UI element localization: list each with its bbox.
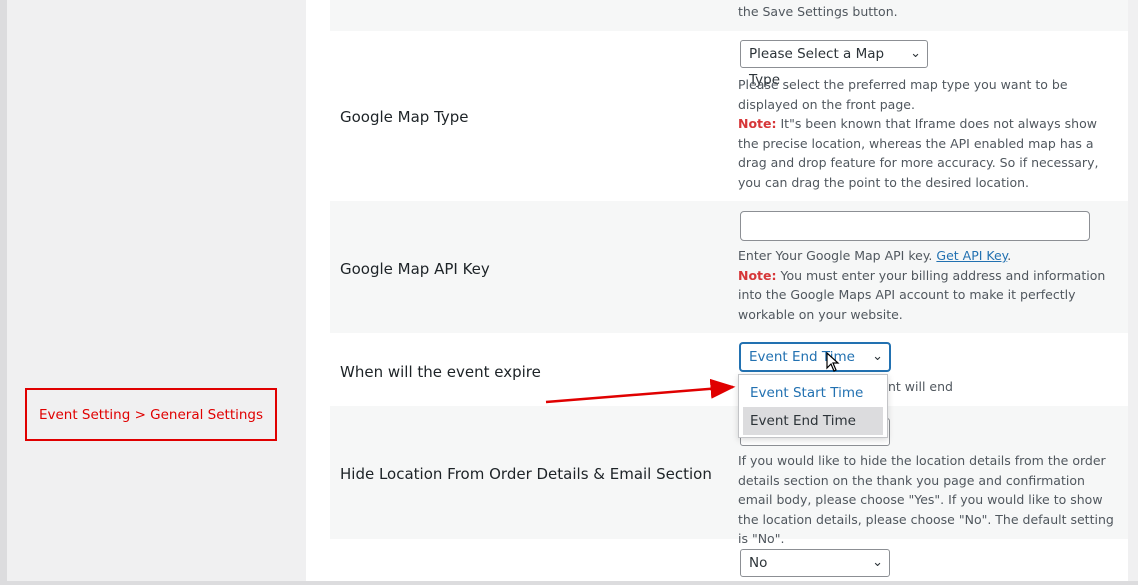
get-api-key-link[interactable]: Get API Key [936,248,1007,263]
api-key-input[interactable] [740,211,1090,241]
admin-sidebar [7,0,306,585]
row-api-key: Google Map API Key Enter Your Google Map… [330,201,1128,333]
next-setting-select-value: No [749,555,768,571]
hide-location-label: Hide Location From Order Details & Email… [340,465,712,483]
row-map-type: Google Map Type Please Select a Map Type… [330,31,1128,201]
map-type-select[interactable]: Please Select a Map Type ⌄ [740,40,928,88]
chevron-down-icon: ⌄ [872,349,883,364]
map-type-label: Google Map Type [340,108,469,126]
hide-location-description: If you would like to hide the location d… [738,453,1114,546]
row-previous: the Save Settings button. [330,0,1128,31]
map-type-note-label: Note: [738,116,777,131]
right-gutter [1128,0,1138,585]
row-next: No ⌄ [330,539,1128,585]
option-event-start-time[interactable]: Event Start Time [739,379,887,407]
chevron-down-icon: ⌄ [910,46,921,61]
previous-row-description: the Save Settings button. [738,4,898,19]
api-key-label: Google Map API Key [340,260,490,278]
row-hide-location: Hide Location From Order Details & Email… [330,406,1128,546]
row-event-expire: When will the event expire Event End Tim… [330,333,1128,406]
event-expire-description: nt will end [888,379,953,394]
event-expire-options-list: Event Start Time Event End Time [738,374,888,438]
bottom-edge [0,581,1138,585]
api-key-description: Enter Your Google Map API key. Get API K… [738,246,1118,324]
api-key-note-text: You must enter your billing address and … [738,267,1106,322]
map-type-note-text: It"s been known that Iframe does not alw… [738,116,1099,190]
api-key-desc-text: Enter Your Google Map API key. [738,248,937,263]
sidebar-edge [0,0,7,585]
content-gap [306,0,330,585]
map-type-desc-text: Please select the preferred map type you… [738,77,1068,112]
map-type-description: Please select the preferred map type you… [738,75,1118,192]
event-expire-select[interactable]: Event End Time ⌄ [740,343,890,371]
settings-panel: the Save Settings button. Google Map Typ… [330,0,1128,585]
next-setting-select[interactable]: No ⌄ [740,549,890,577]
annotation-callout: Event Setting > General Settings [25,388,277,441]
mouse-pointer-icon [826,352,840,372]
event-expire-label: When will the event expire [340,363,541,381]
api-key-desc-after: . [1007,248,1012,263]
option-event-end-time[interactable]: Event End Time [743,407,883,435]
chevron-down-icon: ⌄ [872,555,883,570]
api-key-note-label: Note: [738,267,777,283]
